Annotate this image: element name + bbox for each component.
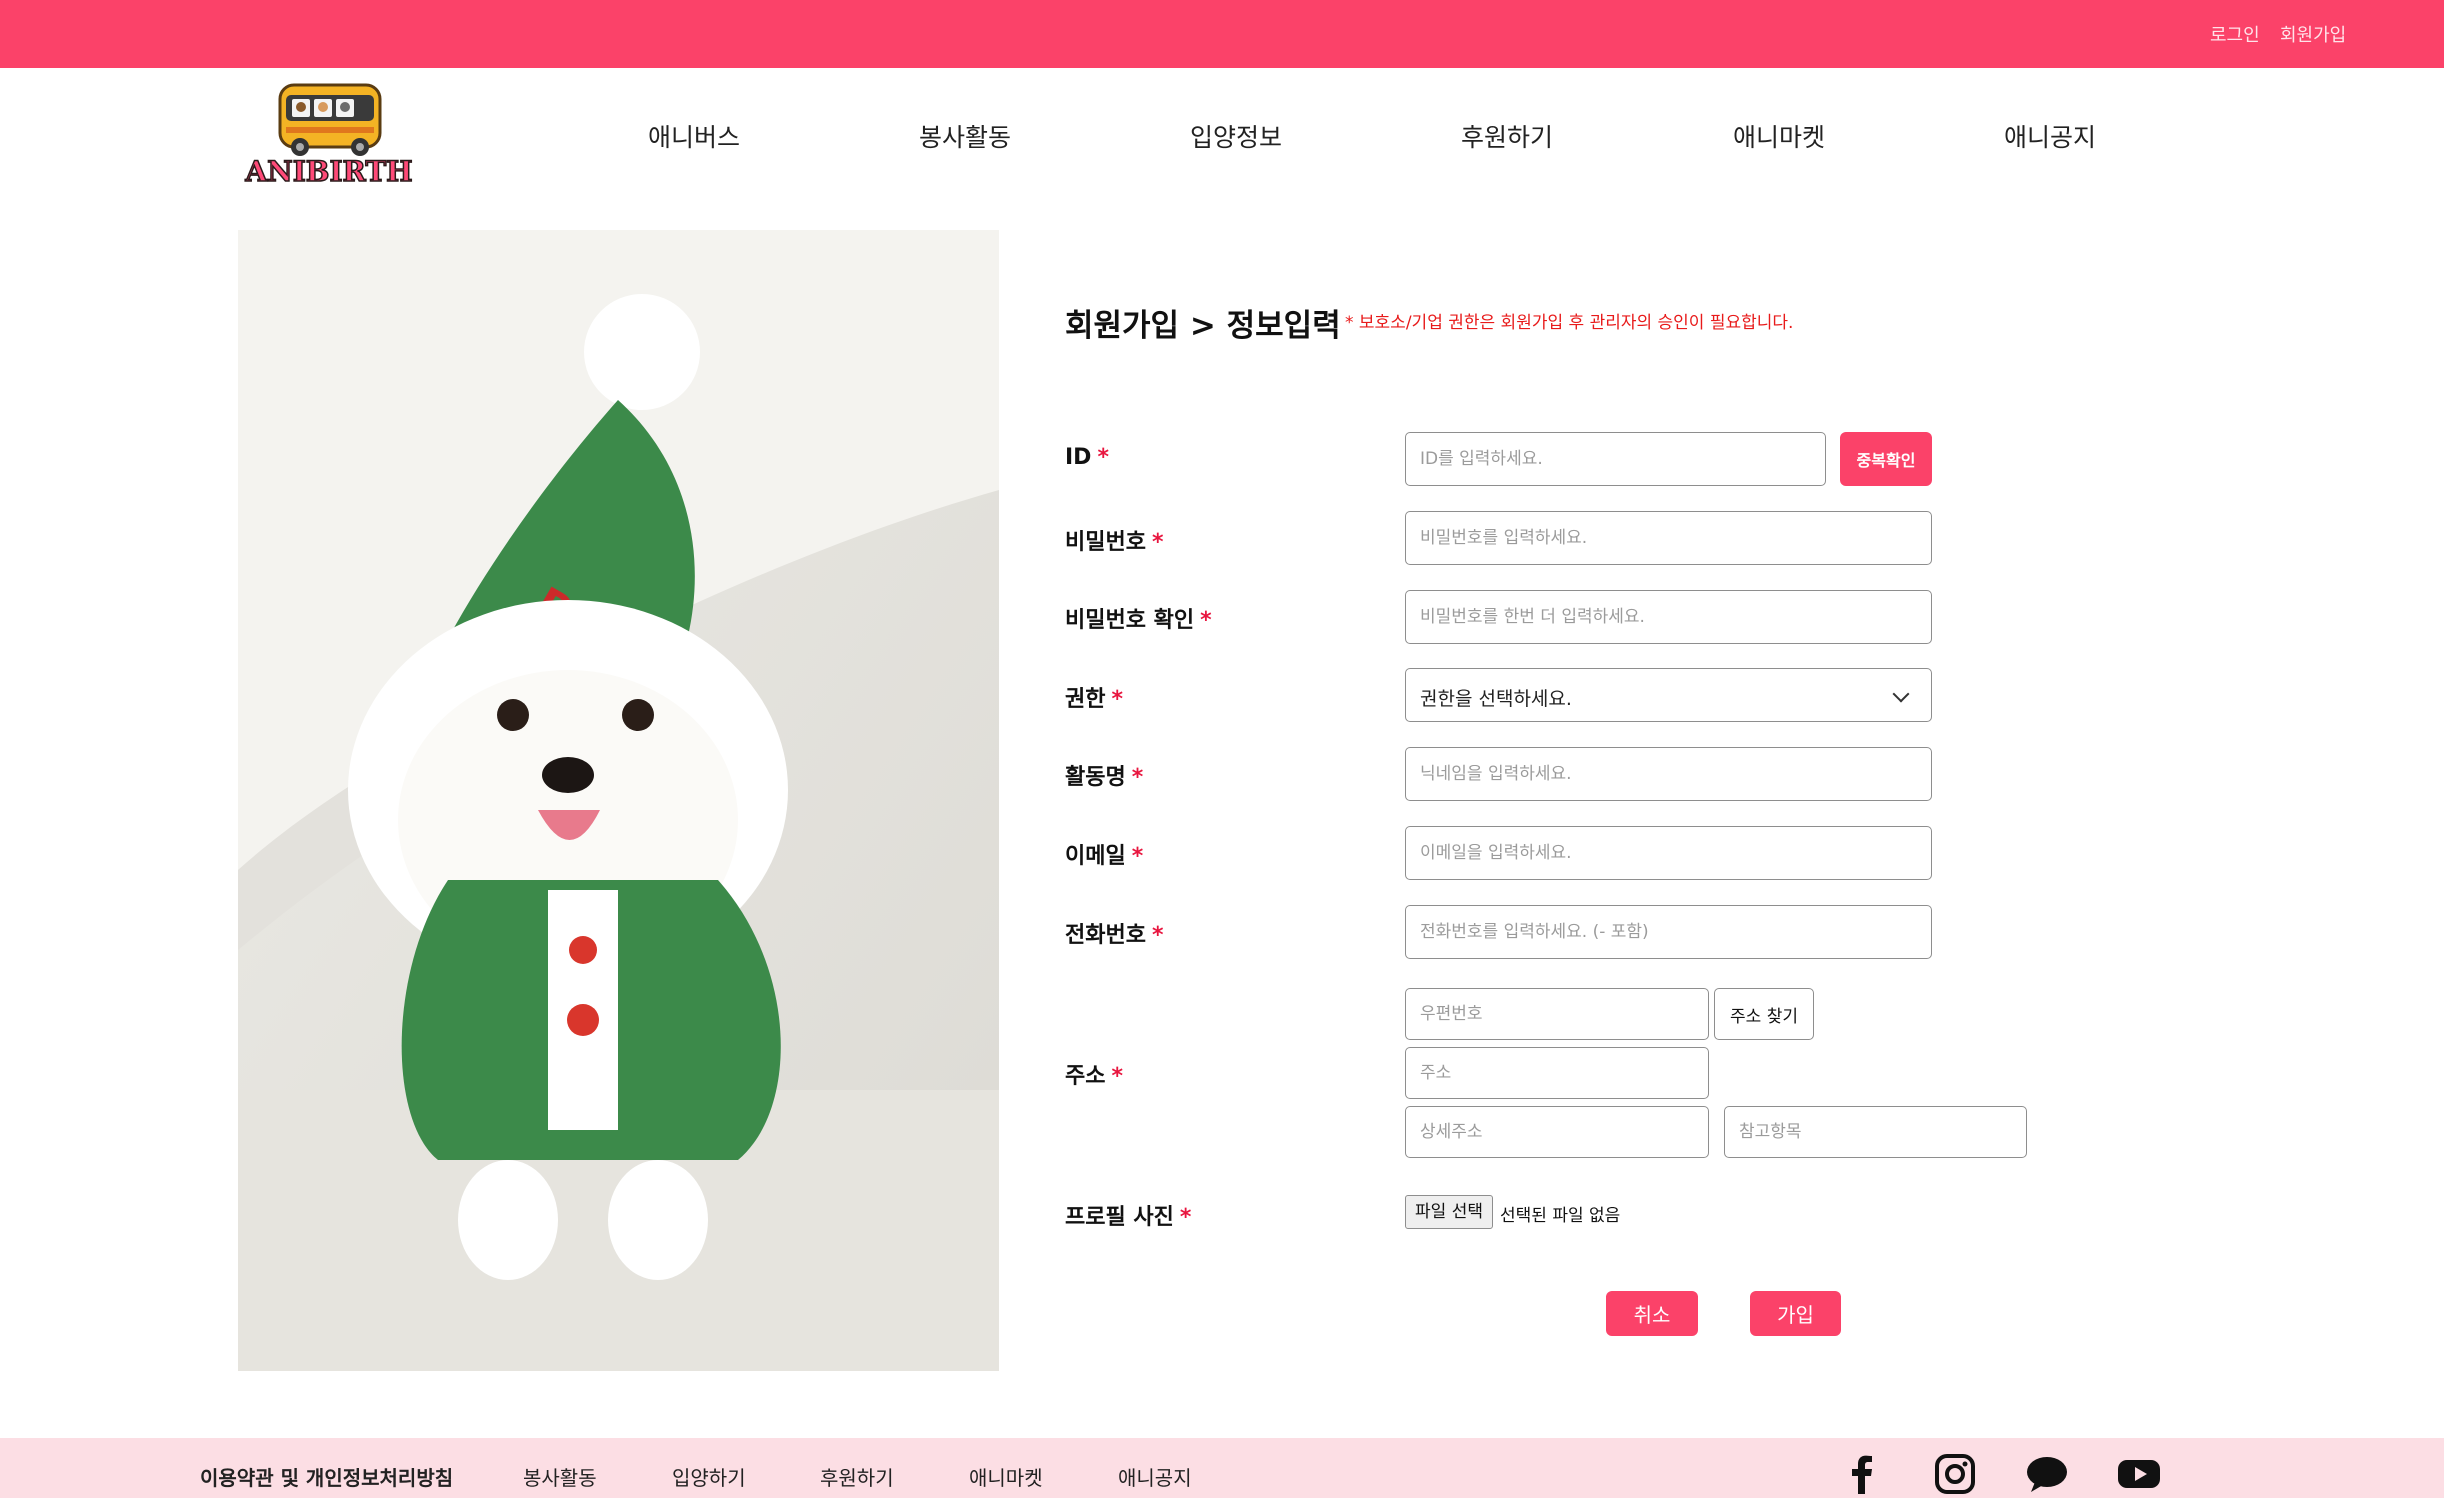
required-mark: * xyxy=(1151,530,1164,555)
login-link[interactable]: 로그인 xyxy=(2210,21,2260,47)
footer-donate-link[interactable]: 후원하기 xyxy=(820,1462,894,1491)
footer-animarket-link[interactable]: 애니마켓 xyxy=(969,1462,1043,1491)
phone-input[interactable] xyxy=(1405,905,1932,959)
role-label-text: 권한 xyxy=(1065,687,1106,712)
address-input[interactable] xyxy=(1405,1047,1709,1099)
nav-item-animarket[interactable]: 애니마켓 xyxy=(1733,118,1825,154)
footer-notice-link[interactable]: 애니공지 xyxy=(1118,1462,1192,1491)
password-label: 비밀번호 * xyxy=(1065,524,1163,556)
page-title: 회원가입 > 정보입력 xyxy=(1065,308,1341,344)
nav-item-volunteer[interactable]: 봉사활동 xyxy=(919,118,1011,154)
password-confirm-input[interactable] xyxy=(1405,590,1932,644)
kakao-talk-icon[interactable] xyxy=(2025,1454,2069,1494)
nickname-label: 활동명 * xyxy=(1065,759,1143,791)
id-label-text: ID xyxy=(1065,445,1092,470)
password-input[interactable] xyxy=(1405,511,1932,565)
role-select-value: 권한을 선택하세요. xyxy=(1420,688,1572,710)
cancel-button[interactable]: 취소 xyxy=(1606,1291,1698,1336)
address-label-text: 주소 xyxy=(1065,1064,1106,1089)
signup-link[interactable]: 회원가입 xyxy=(2280,21,2346,47)
required-mark: * xyxy=(1111,1064,1123,1089)
nav-item-donate[interactable]: 후원하기 xyxy=(1461,118,1553,154)
file-status: 선택된 파일 없음 xyxy=(1500,1206,1621,1226)
footer-volunteer-link[interactable]: 봉사활동 xyxy=(523,1462,597,1491)
password-confirm-label-text: 비밀번호 확인 xyxy=(1065,608,1195,633)
role-select[interactable]: 권한을 선택하세요. xyxy=(1405,668,1932,722)
facebook-icon[interactable] xyxy=(1840,1454,1884,1494)
phone-label: 전화번호 * xyxy=(1065,917,1163,949)
address-label: 주소 * xyxy=(1065,1058,1123,1090)
email-input[interactable] xyxy=(1405,826,1932,880)
address-detail-input[interactable] xyxy=(1405,1106,1709,1158)
password-confirm-label: 비밀번호 확인 * xyxy=(1065,602,1212,634)
submit-button[interactable]: 가입 xyxy=(1750,1291,1841,1336)
header: ANIBIRTH 애니버스 봉사활동 입양정보 후원하기 애니마켓 애니공지 xyxy=(0,68,2444,198)
email-label-text: 이메일 xyxy=(1065,844,1126,869)
footer-adopt-link[interactable]: 입양하기 xyxy=(672,1462,746,1491)
profile-photo-label: 프로필 사진 * xyxy=(1065,1199,1191,1231)
duplicate-check-button[interactable]: 중복확인 xyxy=(1840,432,1932,486)
find-address-button[interactable]: 주소 찾기 xyxy=(1714,988,1814,1040)
nav-item-adoption-info[interactable]: 입양정보 xyxy=(1190,118,1282,154)
footer-terms-link[interactable]: 이용약관 및 개인정보처리방침 xyxy=(200,1462,453,1491)
top-bar: 로그인 회원가입 xyxy=(0,0,2444,68)
required-mark: * xyxy=(1131,844,1144,869)
nav-item-anibus[interactable]: 애니버스 xyxy=(648,118,740,154)
logo-text: ANIBIRTH xyxy=(244,155,412,188)
address-extra-input[interactable] xyxy=(1724,1106,2027,1158)
required-mark: * xyxy=(1131,765,1144,790)
nickname-label-text: 활동명 xyxy=(1065,765,1126,790)
password-label-text: 비밀번호 xyxy=(1065,530,1146,555)
chevron-down-icon xyxy=(1892,685,1910,703)
instagram-icon[interactable] xyxy=(1933,1454,1977,1494)
email-label: 이메일 * xyxy=(1065,838,1143,870)
role-label: 권한 * xyxy=(1065,681,1123,713)
postcode-input[interactable] xyxy=(1405,988,1709,1040)
file-select-button[interactable]: 파일 선택 xyxy=(1405,1195,1493,1229)
nickname-input[interactable] xyxy=(1405,747,1932,801)
dog-photo: REAL PET xyxy=(238,230,999,1371)
footer: 이용약관 및 개인정보처리방침 봉사활동 입양하기 후원하기 애니마켓 애니공지 xyxy=(0,1438,2444,1498)
required-mark: * xyxy=(1111,687,1123,712)
profile-photo-label-text: 프로필 사진 xyxy=(1065,1205,1174,1230)
logo[interactable]: ANIBIRTH xyxy=(238,81,420,189)
youtube-icon[interactable] xyxy=(2117,1454,2161,1494)
bus-logo-icon: ANIBIRTH xyxy=(244,83,413,189)
required-mark: * xyxy=(1151,923,1164,948)
id-input[interactable] xyxy=(1405,432,1826,486)
phone-label-text: 전화번호 xyxy=(1065,923,1146,948)
required-mark: * xyxy=(1097,445,1109,470)
approval-notice: * 보호소/기업 권한은 회원가입 후 관리자의 승인이 필요합니다. xyxy=(1345,313,1794,333)
id-label: ID * xyxy=(1065,445,1109,470)
required-mark: * xyxy=(1200,608,1212,633)
required-mark: * xyxy=(1179,1205,1192,1230)
nav-item-notice[interactable]: 애니공지 xyxy=(2004,118,2096,154)
